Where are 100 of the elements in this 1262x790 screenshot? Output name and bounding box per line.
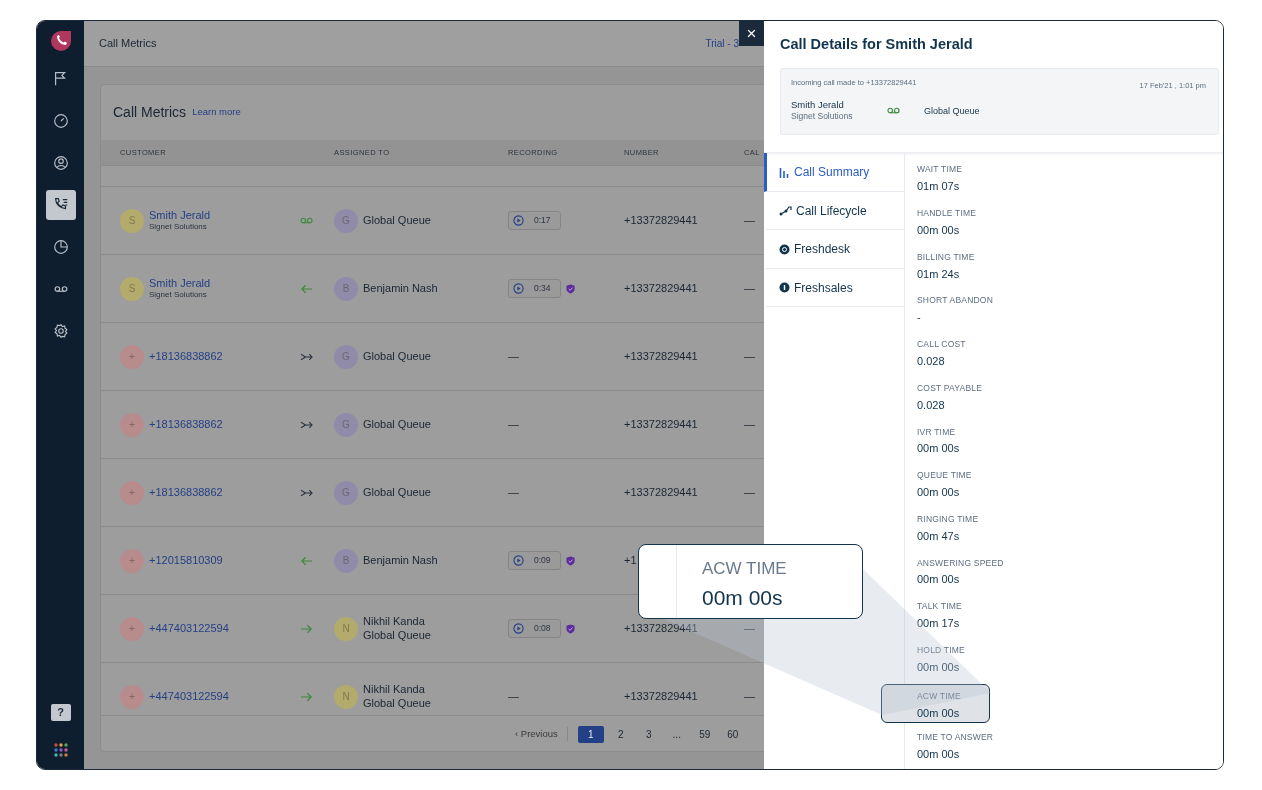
play-icon xyxy=(513,283,524,294)
customer-link[interactable]: +447403122594 xyxy=(149,621,229,636)
metric-label: TALK TIME xyxy=(917,600,963,613)
assignee-text: Nikhil Kanda xyxy=(363,614,426,629)
metric-label: CALL COST xyxy=(917,338,967,351)
metric-value: 00m 00s xyxy=(917,705,961,721)
page-link[interactable]: 60 xyxy=(721,725,744,743)
metric-value: 0.028 xyxy=(917,353,946,369)
learn-more-link[interactable]: Learn more xyxy=(192,105,241,120)
card-title: Call Metrics xyxy=(113,103,187,122)
metric-label: ACW TIME xyxy=(917,689,962,703)
metric-value: 00m 17s xyxy=(917,616,961,631)
table-cell-text: — xyxy=(744,689,755,705)
avatar: + xyxy=(120,684,144,709)
avatar: G xyxy=(334,208,358,233)
table-cell-text: — xyxy=(744,621,755,637)
close-button[interactable]: × xyxy=(739,21,764,46)
queue-text: Global Queue xyxy=(924,104,980,118)
customer-link[interactable]: +18136838862 xyxy=(149,349,223,364)
previous-link[interactable]: ‹ Previous xyxy=(515,726,568,742)
tab[interactable]: Freshdesk xyxy=(764,230,904,269)
avatar: B xyxy=(334,276,358,301)
empty-recording: — xyxy=(508,349,519,365)
page-link[interactable]: 2 xyxy=(609,725,632,743)
metric-label: HOLD TIME xyxy=(917,643,966,657)
metric-label: TIME TO ANSWER xyxy=(917,731,995,745)
number-text: +13372829441 xyxy=(624,213,698,229)
page-link[interactable]: 1 xyxy=(577,725,604,743)
metric-value: 00m 00s xyxy=(917,441,961,457)
page-link[interactable]: 59 xyxy=(693,725,716,743)
metric-value: 00m 00s xyxy=(917,572,961,588)
assignee-text: Global Queue xyxy=(363,485,431,500)
customer-link[interactable]: Smith Jerald xyxy=(149,208,211,223)
metric-value: 00m 00s xyxy=(917,747,961,763)
customer-link[interactable]: Smith Jerald xyxy=(149,276,211,291)
callout-value: 00m 00s xyxy=(702,584,784,611)
apps-grid-icon[interactable] xyxy=(53,743,68,757)
duration-text: 0:17 xyxy=(534,214,551,227)
empty-recording: — xyxy=(508,689,519,705)
number-text: +13372829441 xyxy=(624,417,698,433)
metric-value: 00m 00s xyxy=(917,222,961,238)
assignee-text: Nikhil Kanda xyxy=(363,682,426,697)
empty-recording: — xyxy=(508,485,519,501)
team-text: Global Queue xyxy=(363,696,431,711)
avatar: G xyxy=(334,344,358,369)
metric-label: ANSWERING SPEED xyxy=(917,556,1004,570)
customer-link[interactable]: +18136838862 xyxy=(149,485,223,500)
avatar: G xyxy=(334,480,358,505)
recording-player[interactable]: 0:08 xyxy=(508,619,561,638)
settings-icon xyxy=(51,322,70,340)
avatar: + xyxy=(120,616,144,641)
metric-label: HANDLE TIME xyxy=(917,207,978,220)
person-icon xyxy=(51,154,70,172)
number-text: +1 xyxy=(624,553,637,569)
page-link[interactable]: 3 xyxy=(637,725,660,743)
tab[interactable]: Call Summary xyxy=(764,153,904,192)
company-text: Signet Solutions xyxy=(149,290,208,301)
table-cell-text: — xyxy=(744,417,755,433)
caller-name: Smith Jerald xyxy=(791,99,845,111)
customer-link[interactable]: +18136838862 xyxy=(149,417,223,432)
metric-value: 00m 00s xyxy=(917,659,961,675)
recording-player[interactable]: 0:09 xyxy=(508,551,561,570)
connected-dots-icon xyxy=(779,205,792,217)
metric-value: 00m 00s xyxy=(917,484,961,500)
duration-text: 0:34 xyxy=(534,282,551,295)
metric-label: WAIT TIME xyxy=(917,163,964,177)
number-text: +13372829441 xyxy=(624,485,698,501)
tab[interactable]: Call Lifecycle xyxy=(764,191,904,231)
avatar: B xyxy=(334,548,358,573)
help-button[interactable]: ? xyxy=(50,704,71,721)
duration-text: 0:08 xyxy=(534,622,551,635)
avatar: + xyxy=(120,480,144,505)
company-text: Signet Solutions xyxy=(149,222,208,233)
empty-recording: — xyxy=(508,417,519,433)
metric-value: 01m 24s xyxy=(917,266,961,282)
bar-chart-icon xyxy=(779,166,790,178)
metric-value: 00m 47s xyxy=(917,528,961,544)
metric-value: - xyxy=(917,310,922,326)
avatar: + xyxy=(120,412,144,437)
number-text: +13372829441 xyxy=(624,349,698,365)
phone-logo-icon xyxy=(49,30,72,52)
page-link[interactable]: ... xyxy=(665,725,688,743)
tab[interactable]: Freshsales xyxy=(764,268,904,308)
callout-label: ACW TIME xyxy=(702,558,787,580)
customer-link[interactable]: +447403122594 xyxy=(149,689,229,704)
metric-label: RINGING TIME xyxy=(917,512,980,526)
avatar: + xyxy=(120,548,144,573)
sidebar-item[interactable] xyxy=(45,190,76,220)
table-cell-text: — xyxy=(744,213,755,229)
metric-label: QUEUE TIME xyxy=(917,469,973,482)
table-cell-text: — xyxy=(744,349,755,365)
table-cell-text: — xyxy=(744,281,755,297)
metric-label: SHORT ABANDON xyxy=(917,294,994,308)
page-title: Call Metrics xyxy=(99,36,157,52)
customer-link[interactable]: +12015810309 xyxy=(149,553,223,568)
avatar: + xyxy=(120,344,144,369)
recording-player[interactable]: 0:17 xyxy=(508,211,561,230)
recording-player[interactable]: 0:34 xyxy=(508,279,561,298)
table-cell-text: — xyxy=(744,485,755,501)
team-text: Global Queue xyxy=(363,628,431,643)
